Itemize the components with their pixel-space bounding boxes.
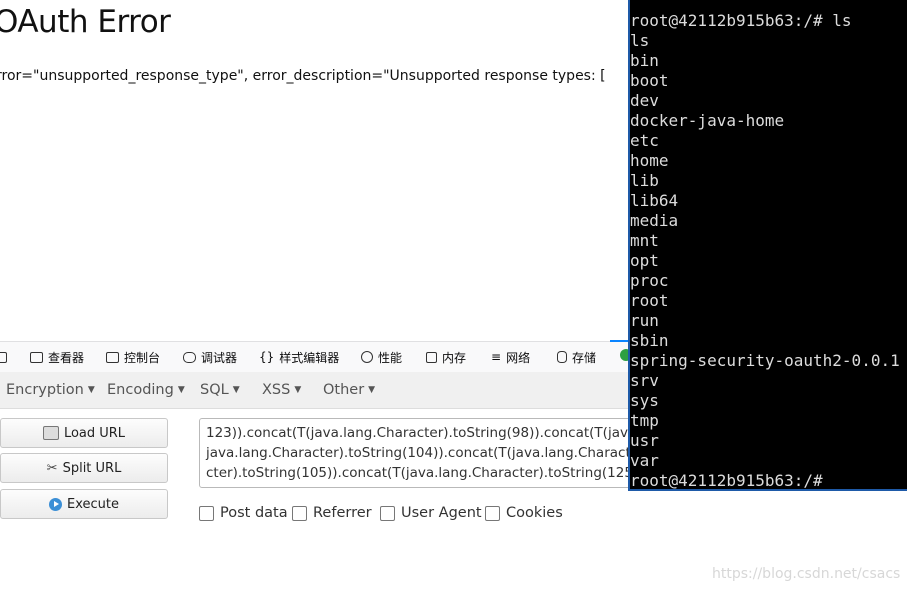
console-icon [106,351,119,363]
menu-label: Encoding [107,382,174,398]
terminal-line: bin [630,51,659,70]
button-label: Execute [67,496,119,512]
terminal-line: run [630,311,659,330]
menu-label: Encryption [6,382,84,398]
terminal-line: ls [630,31,650,50]
tab-label: 存储 [572,350,597,365]
chevron-down-icon: ▼ [232,385,240,395]
tab-network[interactable]: ≡ 网络 [491,347,530,367]
terminal-line: home [630,151,669,170]
terminal-line: usr [630,431,659,450]
tab-memory[interactable]: 内存 [426,347,466,367]
debugger-icon [183,351,196,363]
terminal-line: sys [630,391,659,410]
menu-encoding[interactable]: Encoding ▼ [107,382,185,398]
tab-label: 内存 [442,350,467,365]
tab-label: 调试器 [201,350,238,365]
menu-other[interactable]: Other ▼ [323,382,375,398]
network-icon: ≡ [491,350,502,364]
active-tab-indicator [610,340,630,342]
cookies-checkbox[interactable] [485,505,500,521]
chevron-down-icon: ▼ [177,385,185,395]
option-label: User Agent [401,505,482,521]
terminal-window[interactable]: root@42112b915b63:/# ls ls bin boot dev docke… [628,0,907,491]
watermark: https://blog.csdn.net/csacs [712,566,901,582]
tab-label: 网络 [506,350,531,365]
tab-style-editor[interactable]: {} 样式编辑器 [259,347,339,367]
terminal-line: mnt [630,231,659,250]
menu-label: SQL [200,382,229,398]
tab-label: 样式编辑器 [279,350,340,365]
scissors-icon: ✂ [46,460,58,476]
referrer-checkbox[interactable] [292,505,307,521]
memory-icon [426,351,437,363]
load-url-button[interactable]: Load URL [0,418,168,448]
menu-sql[interactable]: SQL ▼ [200,382,240,398]
terminal-line: root@42112b915b63:/# ls [630,11,852,30]
terminal-line: etc [630,131,659,150]
inspector-icon [30,351,43,363]
page-title: OAuth Error [0,4,171,40]
referrer-option[interactable]: Referrer [292,505,372,521]
tab-inspector[interactable]: 查看器 [30,347,84,367]
terminal-line: root [630,291,669,310]
performance-icon [361,351,373,363]
tab-storage[interactable]: 存储 [557,347,596,367]
terminal-line: tmp [630,411,659,430]
user-agent-checkbox[interactable] [380,505,395,521]
terminal-line: srv [630,371,659,390]
menu-xss[interactable]: XSS ▼ [262,382,301,398]
terminal-line: dev [630,91,659,110]
menu-encryption[interactable]: Encryption ▼ [6,382,95,398]
terminal-line: lib64 [630,191,679,210]
menu-label: Other [323,382,365,398]
option-label: Post data [220,505,288,521]
play-icon [49,497,62,511]
tab-debugger[interactable]: 调试器 [183,347,237,367]
pick-element-icon [0,351,7,363]
terminal-line: docker-java-home [630,111,785,130]
tab-console[interactable]: 控制台 [106,347,160,367]
option-label: Referrer [313,505,372,521]
url-line: cter).toString(105)).concat(T(java.lang.… [206,465,639,481]
terminal-line: lib [630,171,659,190]
chevron-down-icon: ▼ [294,385,302,395]
pick-element-button[interactable] [0,347,7,367]
post-data-option[interactable]: Post data [199,505,288,521]
tab-label: 控制台 [124,350,161,365]
post-data-checkbox[interactable] [199,505,214,521]
menu-label: XSS [262,382,291,398]
url-line: 123)).concat(T(java.lang.Character).toSt… [206,425,639,441]
terminal-line: var [630,451,659,470]
tab-performance[interactable]: 性能 [361,347,402,367]
cookies-option[interactable]: Cookies [485,505,563,521]
button-label: Load URL [63,425,126,441]
terminal-line: proc [630,271,669,290]
url-line: java.lang.Character).toString(104)).conc… [206,445,639,461]
terminal-line: sbin [630,331,669,350]
chevron-down-icon: ▼ [87,385,95,395]
terminal-line: media [630,211,679,230]
execute-button[interactable]: Execute [0,489,168,519]
tab-label: 性能 [378,350,403,365]
chevron-down-icon: ▼ [368,385,376,395]
user-agent-option[interactable]: User Agent [380,505,482,521]
tab-label: 查看器 [48,350,85,365]
option-label: Cookies [506,505,563,521]
load-url-icon [42,426,59,440]
button-label: Split URL [62,460,122,476]
terminal-line: root@42112b915b63:/# [630,471,823,490]
url-textarea[interactable]: 123)).concat(T(java.lang.Character).toSt… [199,418,639,488]
terminal-line: spring-security-oauth2-0.0.1 [630,351,900,370]
style-editor-icon: {} [259,350,275,364]
split-url-button[interactable]: ✂ Split URL [0,453,168,483]
terminal-line: opt [630,251,659,270]
terminal-line: boot [630,71,669,90]
error-message: rror="unsupported_response_type", error_… [0,68,606,84]
storage-icon [557,351,567,363]
